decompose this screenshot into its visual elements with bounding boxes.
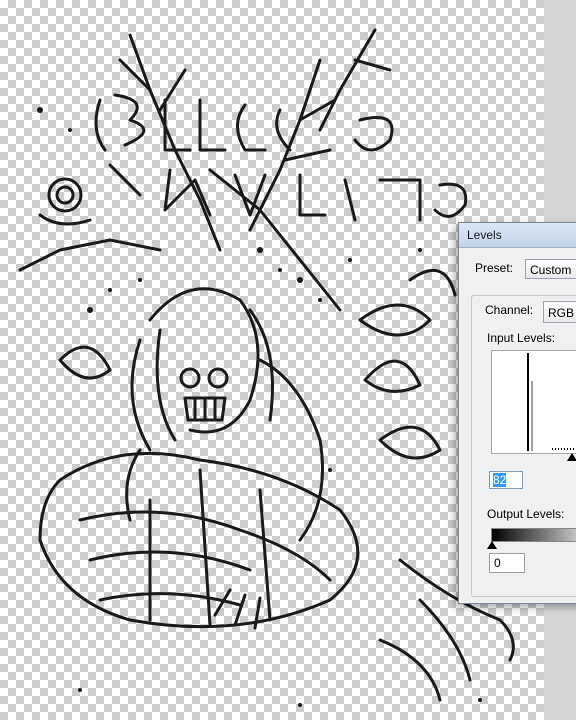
channel-dropdown[interactable]: RGB [543,301,576,323]
input-levels-label: Input Levels: [487,331,556,345]
histogram-graph [527,353,576,451]
preset-value: Custom [530,263,572,277]
input-black-field[interactable]: 82 [489,471,523,489]
output-black-field[interactable]: 0 [489,553,525,573]
output-gradient-bar [491,528,576,542]
dialog-title: Levels [467,228,502,242]
input-black-value: 82 [493,473,507,487]
preset-label: Preset: [475,261,514,275]
preset-dropdown[interactable]: Custom [525,259,576,279]
output-black-value: 0 [494,556,501,570]
histogram [491,350,576,454]
dialog-titlebar[interactable]: Levels [459,223,576,248]
levels-dialog[interactable]: Levels Preset: Custom Channel: RGB Input… [458,222,576,604]
channel-value: RGB [548,306,575,320]
black-point-slider-icon[interactable] [487,541,497,549]
output-levels-label: Output Levels: [487,507,565,521]
white-point-slider-icon[interactable] [567,453,576,461]
channel-label: Channel: [483,303,536,317]
